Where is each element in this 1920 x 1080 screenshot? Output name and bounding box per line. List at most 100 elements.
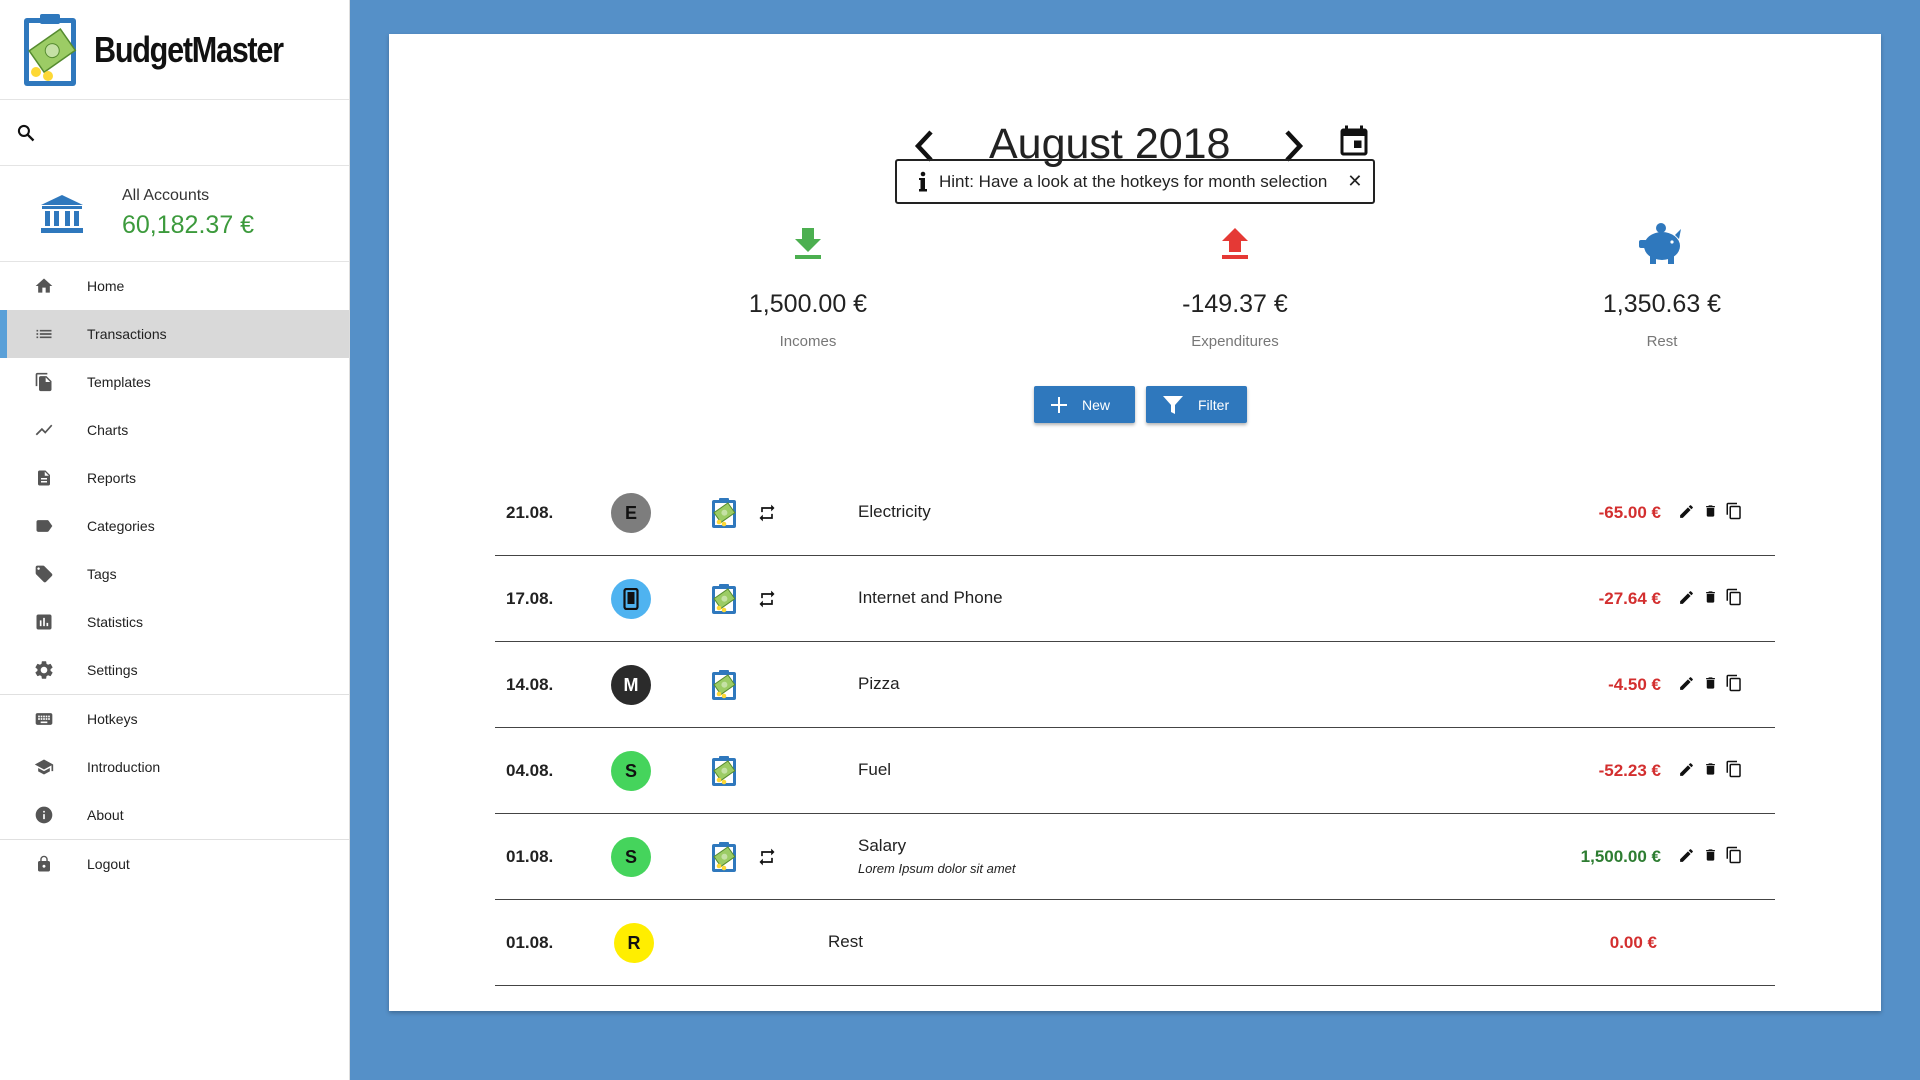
rest-value: 1,350.63 €: [1602, 290, 1722, 318]
summary-expenditures: -149.37 € Expenditures: [1135, 222, 1335, 350]
transaction-row[interactable]: 04.08. S Fuel -52.23 €: [495, 728, 1775, 814]
edit-icon[interactable]: [1677, 501, 1695, 521]
transaction-row[interactable]: 21.08. E Electricity -65.00 €: [495, 470, 1775, 556]
sidebar-item-label: Reports: [87, 470, 137, 486]
transaction-date: 01.08.: [506, 847, 554, 866]
delete-icon[interactable]: [1701, 673, 1719, 693]
account-icon: [711, 583, 737, 615]
sidebar-item-charts[interactable]: Charts: [0, 406, 349, 454]
close-icon[interactable]: ✕: [1347, 171, 1362, 192]
sidebar-item-tags[interactable]: Tags: [0, 550, 349, 598]
calendar-icon[interactable]: [1336, 122, 1372, 162]
filter-button-label: Filter: [1198, 396, 1230, 413]
row-actions: [1677, 759, 1743, 779]
copy-icon[interactable]: [1725, 759, 1743, 779]
account-icon: [711, 669, 737, 701]
delete-icon[interactable]: [1701, 587, 1719, 607]
sidebar-nav: Home Transactions Templates Charts Repor…: [0, 262, 349, 888]
row-actions: [1677, 501, 1743, 521]
sidebar-item-settings[interactable]: Settings: [0, 646, 349, 694]
sidebar-item-introduction[interactable]: Introduction: [0, 743, 349, 791]
sidebar-item-templates[interactable]: Templates: [0, 358, 349, 406]
sidebar-item-hotkeys[interactable]: Hotkeys: [0, 695, 349, 743]
delete-icon[interactable]: [1701, 501, 1719, 521]
delete-icon[interactable]: [1701, 845, 1719, 865]
copy-icon[interactable]: [1725, 587, 1743, 607]
rest-label: Rest: [1646, 333, 1678, 350]
account-selector[interactable]: All Accounts 60,182.37 €: [0, 166, 349, 262]
sidebar-item-categories[interactable]: Categories: [0, 502, 349, 550]
expenditures-value: -149.37 €: [1182, 290, 1288, 318]
sidebar-item-label: Introduction: [87, 759, 161, 775]
expenditures-label: Expenditures: [1191, 333, 1279, 350]
delete-icon[interactable]: [1701, 759, 1719, 779]
logo[interactable]: BudgetMaster: [0, 0, 349, 100]
category-initial: S: [624, 760, 637, 781]
category-initial: E: [624, 502, 637, 523]
main-card: August 2018 Hint: Have a look at the hot…: [389, 34, 1881, 1011]
bank-icon: [41, 194, 83, 233]
bar-chart-icon: [33, 611, 55, 633]
sidebar-item-home[interactable]: Home: [0, 262, 349, 310]
transaction-name: Electricity: [858, 502, 931, 522]
info-icon: [33, 804, 55, 826]
phone-icon: [623, 588, 639, 610]
filter-button[interactable]: Filter: [1146, 386, 1247, 423]
transaction-date: 14.08.: [506, 675, 554, 694]
download-icon: [795, 228, 821, 259]
transaction-description: Lorem Ipsum dolor sit amet: [858, 861, 1016, 876]
info-icon: [919, 171, 927, 191]
new-transaction-button[interactable]: New: [1034, 386, 1135, 423]
repeat-icon: [757, 503, 777, 523]
row-actions: [1677, 587, 1743, 607]
hint-text: Hint: Have a look at the hotkeys for mon…: [939, 171, 1328, 191]
copy-icon[interactable]: [1725, 845, 1743, 865]
tag-icon: [33, 563, 55, 585]
sidebar-item-reports[interactable]: Reports: [0, 454, 349, 502]
category-badge: S: [611, 837, 651, 877]
transaction-name: Salary Lorem Ipsum dolor sit amet: [858, 836, 1016, 876]
transaction-amount: -65.00 €: [1598, 503, 1661, 522]
search-icon[interactable]: [16, 123, 36, 143]
copy-icon[interactable]: [1725, 501, 1743, 521]
graduation-cap-icon: [33, 756, 55, 778]
sidebar-item-label: Tags: [87, 566, 117, 582]
transaction-row[interactable]: 01.08. R Rest 0.00 €: [495, 900, 1775, 986]
transaction-title: Rest: [828, 932, 863, 951]
edit-icon[interactable]: [1677, 845, 1695, 865]
copy-icon[interactable]: [1725, 673, 1743, 693]
transaction-amount: -27.64 €: [1598, 589, 1661, 608]
transaction-date: 01.08.: [506, 933, 554, 952]
transaction-amount: 1,500.00 €: [1580, 847, 1661, 866]
category-badge: M: [611, 665, 651, 705]
lock-icon: [33, 853, 55, 875]
transaction-row[interactable]: 17.08. Internet and Phone -27.64 €: [495, 556, 1775, 642]
transaction-row[interactable]: 01.08. S Salary Lorem Ipsum dolor sit amet 1…: [495, 814, 1775, 900]
sidebar-item-label: Settings: [87, 662, 138, 678]
account-icon: [711, 841, 737, 873]
account-balance: 60,182.37 €: [122, 211, 255, 239]
edit-icon[interactable]: [1677, 587, 1695, 607]
transaction-amount: 0.00 €: [1609, 933, 1657, 952]
category-initial: R: [627, 932, 641, 953]
transaction-title: Fuel: [858, 760, 892, 779]
edit-icon[interactable]: [1677, 759, 1695, 779]
search-bar[interactable]: [0, 100, 349, 166]
transaction-amount: -4.50 €: [1608, 675, 1661, 694]
transaction-date: 17.08.: [506, 589, 554, 608]
gear-icon: [33, 659, 55, 681]
edit-icon[interactable]: [1677, 673, 1695, 693]
sidebar-item-label: Charts: [87, 422, 129, 438]
sidebar-item-label: Home: [87, 278, 125, 294]
category-badge: [611, 579, 651, 619]
sidebar-item-label: Templates: [87, 374, 151, 390]
sidebar-item-statistics[interactable]: Statistics: [0, 598, 349, 646]
sidebar-item-logout[interactable]: Logout: [0, 840, 349, 888]
new-button-label: New: [1082, 396, 1111, 413]
transaction-row[interactable]: 14.08. M Pizza -4.50 €: [495, 642, 1775, 728]
sidebar: BudgetMaster All Accounts 60,182.37 € Ho…: [0, 0, 350, 1080]
sidebar-item-about[interactable]: About: [0, 791, 349, 839]
sidebar-item-transactions[interactable]: Transactions: [0, 310, 349, 358]
transaction-date: 21.08.: [506, 503, 554, 522]
sidebar-item-label: Hotkeys: [87, 711, 138, 727]
